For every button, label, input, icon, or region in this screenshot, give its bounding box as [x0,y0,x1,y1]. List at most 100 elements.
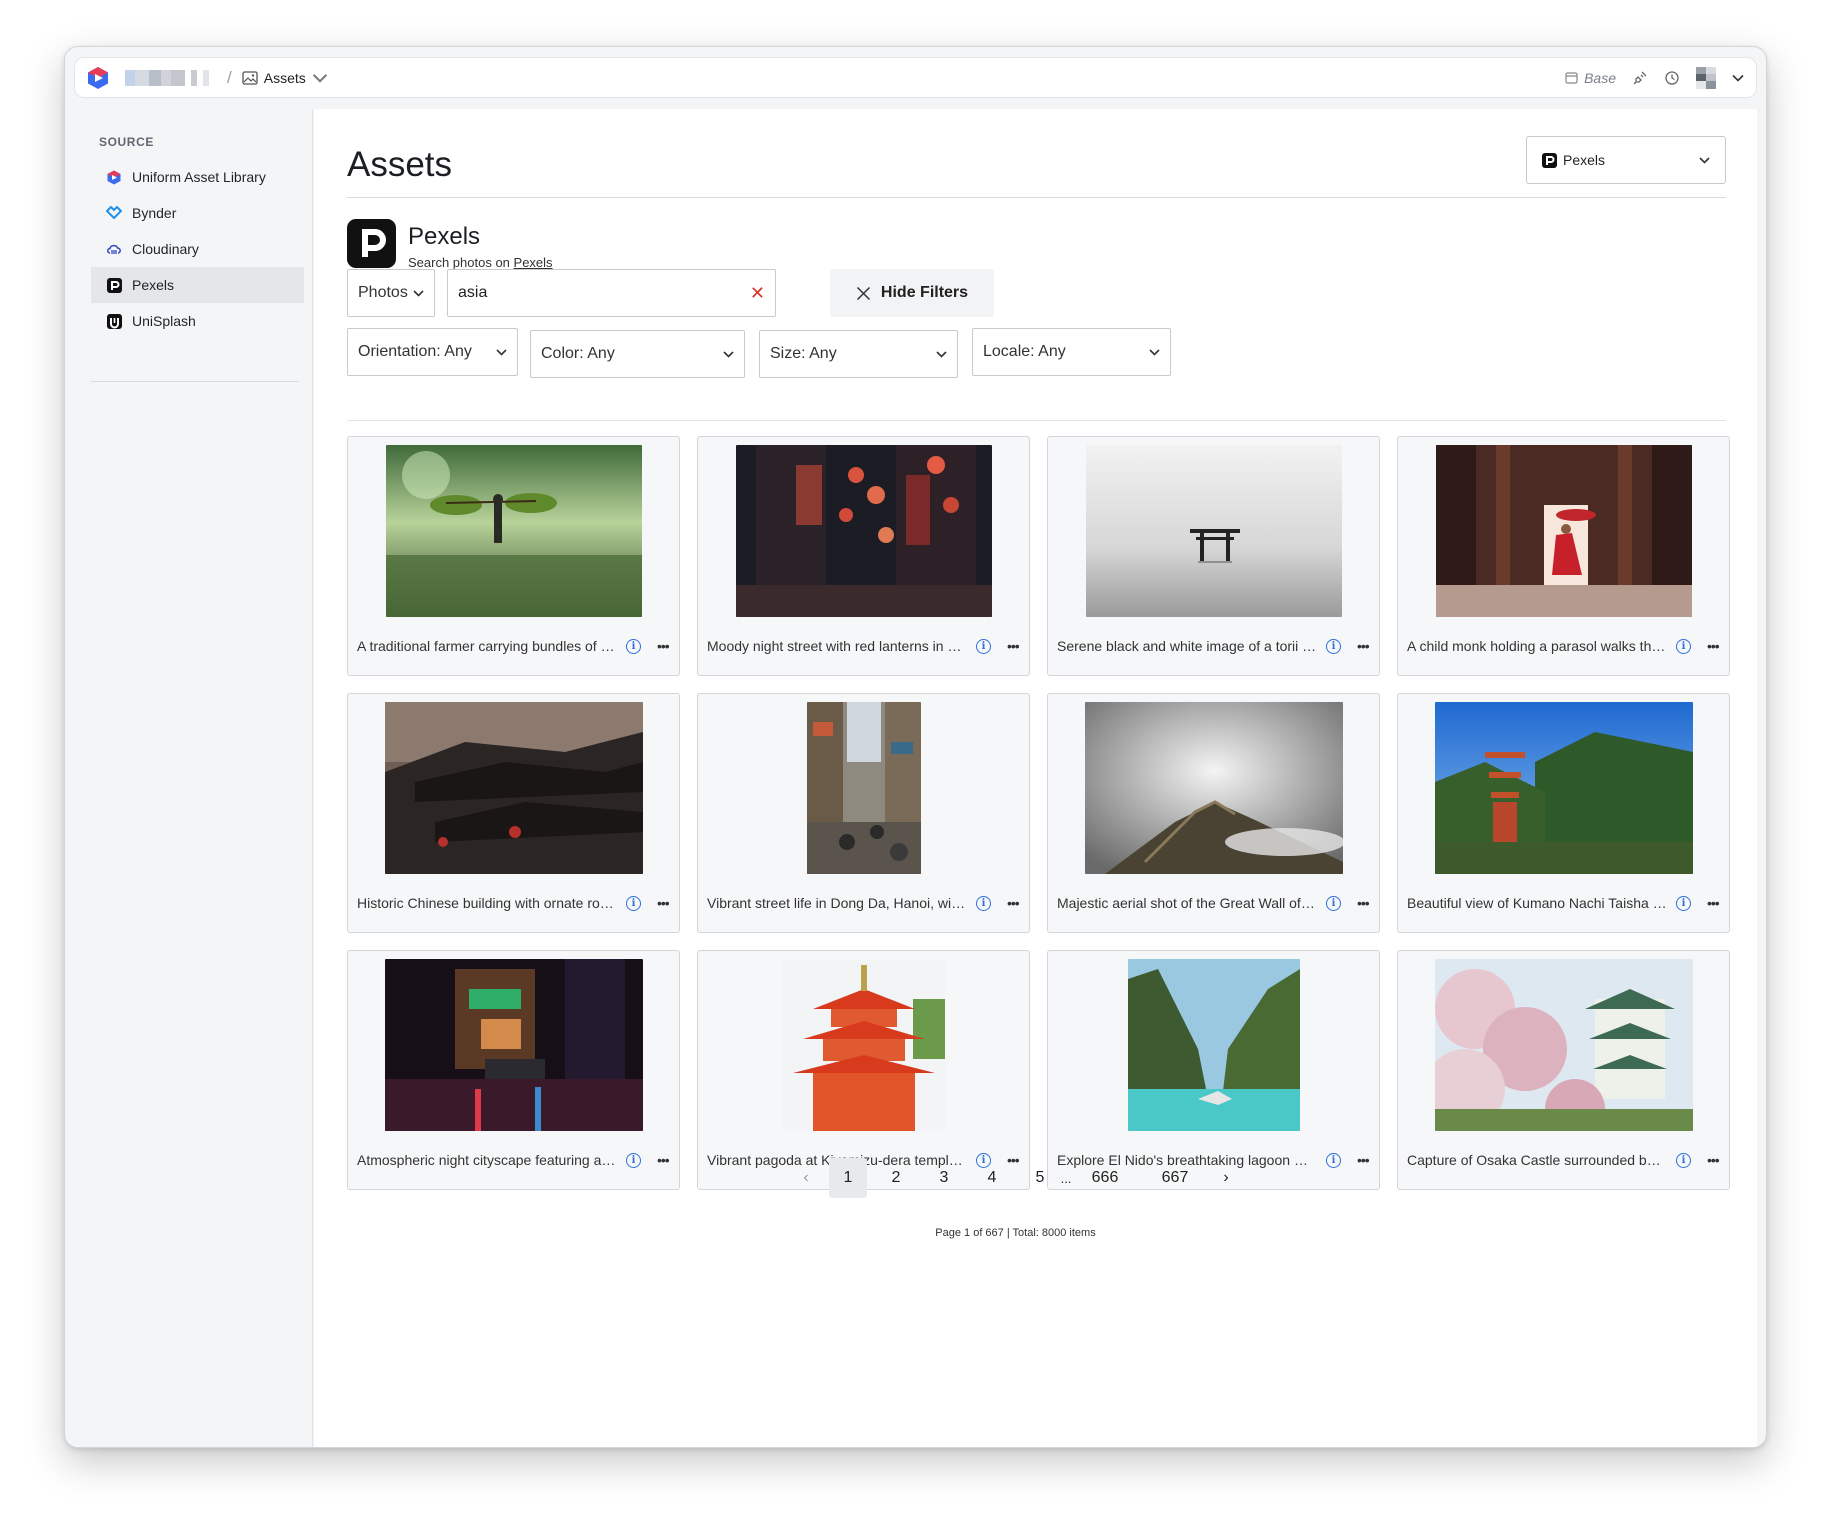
info-icon[interactable]: i [1676,638,1691,654]
more-options-icon[interactable]: ••• [1707,638,1720,654]
asset-thumbnail[interactable] [384,959,643,1131]
info-icon[interactable]: i [626,1152,641,1168]
info-icon[interactable]: i [1326,895,1341,911]
more-options-icon[interactable]: ••• [1707,895,1720,911]
asset-thumbnail[interactable] [806,702,921,874]
asset-card[interactable]: Majestic aerial shot of the Great Wall o… [1047,693,1380,933]
asset-card[interactable]: A child monk holding a parasol walks thr… [1397,436,1730,676]
uniform-logo-icon[interactable] [87,66,109,90]
more-options-icon[interactable]: ••• [1007,895,1020,911]
breadcrumb-assets[interactable]: Assets [242,70,328,86]
asset-card[interactable]: Moody night street with red lanterns in … [697,436,1030,676]
sidebar-item-label: Pexels [132,277,175,293]
info-icon[interactable]: i [1326,638,1341,654]
asset-card-footer: Beautiful view of Kumano Nachi Taisha pa… [1398,874,1729,932]
asset-thumbnail[interactable] [1085,445,1342,617]
orientation-filter-select[interactable]: Orientation: Any [347,328,518,376]
pagination-info: Page 1 of 667 | Total: 8000 items [935,1227,1096,1239]
asset-thumbnail[interactable] [782,959,945,1131]
history-icon[interactable] [1664,70,1680,86]
plug-icon[interactable] [1632,70,1648,86]
unisplash-logo-icon [106,313,122,329]
hide-filters-button[interactable]: Hide Filters [830,269,994,317]
size-filter-select[interactable]: Size: Any [759,330,958,378]
asset-caption: Serene black and white image of a torii … [1057,638,1317,654]
pagination-page-666[interactable]: 666 [1083,1158,1127,1198]
sidebar-item-pexels[interactable]: Pexels [91,267,304,303]
chevron-down-icon[interactable] [1732,74,1744,82]
asset-card[interactable]: Atmospheric night cityscape featuring a … [347,950,680,1190]
pagination-page-4[interactable]: 4 [973,1158,1011,1198]
asset-card[interactable]: Vibrant street life in Dong Da, Hanoi, w… [697,693,1030,933]
info-icon[interactable]: i [976,895,991,911]
avatar[interactable] [1696,66,1716,89]
asset-thumbnail[interactable] [384,702,643,874]
more-options-icon[interactable]: ••• [657,895,670,911]
asset-thumbnail[interactable] [1434,959,1693,1131]
provider-subtitle: Search photos on Pexels [408,255,553,270]
info-icon[interactable]: i [1326,1152,1341,1168]
sidebar-item-unisplash[interactable]: UniSplash [91,303,304,339]
more-options-icon[interactable]: ••• [1357,638,1370,654]
pagination-page-2[interactable]: 2 [877,1158,915,1198]
asset-card[interactable]: A traditional farmer carrying bundles of… [347,436,680,676]
pexels-logo-icon [106,277,122,293]
info-icon[interactable]: i [1676,895,1691,911]
media-type-select[interactable]: Photos [347,269,435,317]
pagination-next-button[interactable]: › [1207,1158,1245,1198]
pagination-page-5[interactable]: 5 [1021,1158,1059,1198]
pagination-prev-button[interactable]: ‹ [787,1158,825,1198]
sidebar-source-list: Uniform Asset Library Bynder Cloudinary … [91,159,304,339]
uniform-logo-icon [106,169,122,185]
asset-thumbnail[interactable] [1435,445,1692,617]
more-options-icon[interactable]: ••• [1357,895,1370,911]
sidebar-item-uniform-asset-library[interactable]: Uniform Asset Library [91,159,304,195]
locale-filter-value: Locale: Any [983,343,1066,360]
asset-thumbnail[interactable] [735,445,992,617]
asset-thumbnail[interactable] [1127,959,1300,1131]
asset-card-footer: A child monk holding a parasol walks thr… [1398,617,1729,675]
pagination-page-3[interactable]: 3 [925,1158,963,1198]
clear-search-icon[interactable]: ✕ [750,283,765,304]
asset-card-footer: Atmospheric night cityscape featuring a … [348,1131,679,1189]
chevron-down-icon [723,350,734,358]
info-icon[interactable]: i [626,895,641,911]
sidebar-item-cloudinary[interactable]: Cloudinary [91,231,304,267]
project-name-redacted[interactable] [125,69,209,86]
info-icon[interactable]: i [976,638,991,654]
color-filter-select[interactable]: Color: Any [530,330,745,378]
sidebar-item-label: UniSplash [132,313,196,329]
asset-caption: Vibrant street life in Dong Da, Hanoi, w… [707,895,967,911]
more-options-icon[interactable]: ••• [1357,1152,1370,1168]
asset-card-footer: Historic Chinese building with ornate ro… [348,874,679,932]
sidebar-item-bynder[interactable]: Bynder [91,195,304,231]
more-options-icon[interactable]: ••• [657,1152,670,1168]
more-options-icon[interactable]: ••• [1007,638,1020,654]
base-environment[interactable]: Base [1565,70,1616,86]
provider-link[interactable]: Pexels [514,255,553,270]
asset-card[interactable]: Serene black and white image of a torii … [1047,436,1380,676]
asset-card[interactable]: Historic Chinese building with ornate ro… [347,693,680,933]
source-select-value: Pexels [1563,152,1606,168]
asset-card[interactable]: Vibrant pagoda at Kiyomizu-dera temple i… [697,950,1030,1190]
chevron-down-icon [936,350,947,358]
pagination-page-1[interactable]: 1 [829,1158,867,1198]
more-options-icon[interactable]: ••• [1707,1152,1720,1168]
divider [347,420,1726,421]
more-options-icon[interactable]: ••• [657,638,670,654]
asset-card[interactable]: Explore El Nido's breathtaking lagoon wi… [1047,950,1380,1190]
asset-thumbnail[interactable] [1434,702,1693,874]
source-select[interactable]: Pexels [1526,136,1726,184]
asset-card-footer: Moody night street with red lanterns in … [698,617,1029,675]
app-window: / Assets Base SOURCE Uniform Asset Libra… [64,46,1767,1448]
asset-thumbnail[interactable] [385,445,642,617]
asset-card[interactable]: Capture of Osaka Castle surrounded by ch… [1397,950,1730,1190]
pagination-ellipsis: ... [1060,1170,1072,1186]
info-icon[interactable]: i [626,638,641,654]
asset-card[interactable]: Beautiful view of Kumano Nachi Taisha pa… [1397,693,1730,933]
pagination-page-667[interactable]: 667 [1153,1158,1197,1198]
asset-thumbnail[interactable] [1084,702,1343,874]
search-input[interactable]: asia ✕ [447,269,776,317]
info-icon[interactable]: i [1676,1152,1691,1168]
locale-filter-select[interactable]: Locale: Any [972,328,1171,376]
